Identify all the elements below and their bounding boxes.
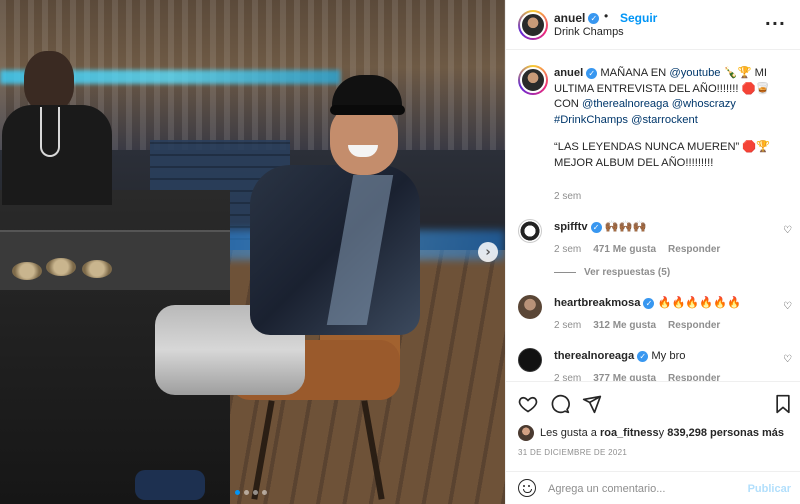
- carousel-dots: [235, 490, 267, 495]
- caption-username[interactable]: anuel ✓: [554, 67, 598, 79]
- table-top: [0, 230, 230, 290]
- likes-count[interactable]: 839,298 personas más: [667, 427, 784, 439]
- avatar[interactable]: [518, 348, 542, 372]
- reply-button[interactable]: Responder: [668, 244, 720, 255]
- post-actions: Les gusta a roa_fitness y 839,298 person…: [506, 381, 800, 504]
- verified-icon: ✓: [590, 221, 602, 233]
- verified-icon: ✓: [586, 67, 598, 79]
- person-seated: [135, 75, 420, 500]
- heart-icon[interactable]: ♡: [783, 225, 792, 236]
- separator-dot: •: [604, 9, 609, 23]
- likes-prefix: Les gusta a: [540, 427, 597, 439]
- avatar[interactable]: [518, 219, 542, 243]
- comment-icon[interactable]: [550, 394, 570, 414]
- comment-text: spifftv ✓ 🙌🏾🙌🏾🙌🏾: [554, 221, 647, 233]
- comment-time[interactable]: 2 sem: [554, 373, 581, 381]
- comment-likes[interactable]: 312 Me gusta: [593, 320, 656, 331]
- mention-link[interactable]: @starrockent: [631, 114, 698, 126]
- post-header: anuel ✓ • Seguir Drink Champs ···: [506, 0, 800, 50]
- carousel-dot: [244, 490, 249, 495]
- avatar[interactable]: [518, 425, 534, 441]
- heart-icon[interactable]: ♡: [783, 301, 792, 312]
- action-icons: [518, 394, 602, 414]
- comment-meta: 2 sem 471 Me gusta Responder: [554, 244, 771, 255]
- emoji-icon[interactable]: [518, 479, 536, 497]
- likes-summary: Les gusta a roa_fitness y 839,298 person…: [518, 425, 784, 441]
- header-username[interactable]: anuel ✓: [554, 11, 600, 25]
- comment-input[interactable]: [548, 479, 738, 499]
- caption-segment: MAÑANA EN: [597, 67, 670, 79]
- verified-icon: ✓: [643, 297, 655, 309]
- comment-meta: 2 sem 312 Me gusta Responder: [554, 320, 771, 331]
- caption-text: anuel ✓ MAÑANA EN @youtube 🍾🏆 MI ULTIMA E…: [554, 66, 785, 171]
- caption-time[interactable]: 2 sem: [554, 191, 785, 202]
- bookmark-icon[interactable]: [774, 394, 792, 414]
- oyster: [82, 260, 112, 278]
- comment-username[interactable]: spifftv ✓: [554, 221, 602, 233]
- add-comment-bar: Publicar: [506, 471, 800, 504]
- chevron-right-icon[interactable]: ›: [478, 242, 498, 262]
- post-sidebar: anuel ✓ • Seguir Drink Champs ··· anuel ✓ …: [505, 0, 800, 504]
- reply-button[interactable]: Responder: [668, 373, 720, 381]
- post-comment-button[interactable]: Publicar: [748, 483, 791, 495]
- likes-user[interactable]: roa_fitness: [600, 427, 659, 439]
- caption-quote: “LAS LEYENDAS NUNCA MUEREN” 🛑🏆 MEJOR ALB…: [554, 141, 771, 169]
- heart-icon[interactable]: ♡: [783, 354, 792, 365]
- comment: therealnoreaga ✓ My bro 2 sem 377 Me gust…: [506, 348, 800, 381]
- post-image[interactable]: ›: [0, 0, 505, 504]
- heart-icon[interactable]: [518, 394, 538, 414]
- comment-username[interactable]: heartbreakmosa ✓: [554, 297, 655, 309]
- view-replies-label: Ver respuestas (5): [584, 267, 671, 278]
- comment-meta: 2 sem 377 Me gusta Responder: [554, 373, 771, 381]
- comment-likes[interactable]: 471 Me gusta: [593, 244, 656, 255]
- location-link[interactable]: Drink Champs: [554, 26, 624, 38]
- man-left: [2, 45, 112, 205]
- likes-middle: y: [658, 427, 665, 439]
- comment: spifftv ✓ 🙌🏾🙌🏾🙌🏾 2 sem 471 Me gusta Respo…: [506, 219, 800, 255]
- comments-list[interactable]: anuel ✓ MAÑANA EN @youtube 🍾🏆 MI ULTIMA E…: [506, 51, 800, 381]
- carousel-dot: [262, 490, 267, 495]
- hashtag-link[interactable]: #DrinkChamps: [554, 114, 628, 126]
- mention-link[interactable]: @youtube: [669, 67, 720, 79]
- avatar[interactable]: [518, 10, 548, 40]
- post-date[interactable]: 31 DE DICIEMBRE DE 2021: [518, 448, 627, 457]
- send-icon[interactable]: [582, 394, 602, 414]
- carousel-dot: [253, 490, 258, 495]
- comment-likes[interactable]: 377 Me gusta: [593, 373, 656, 381]
- reply-button[interactable]: Responder: [668, 320, 720, 331]
- comment: heartbreakmosa ✓ 🔥🔥🔥🔥🔥🔥 2 sem 312 Me gust…: [506, 295, 800, 331]
- avatar[interactable]: [518, 65, 548, 95]
- oyster: [46, 258, 76, 276]
- comment-time[interactable]: 2 sem: [554, 320, 581, 331]
- comment-time[interactable]: 2 sem: [554, 244, 581, 255]
- post-caption: anuel ✓ MAÑANA EN @youtube 🍾🏆 MI ULTIMA E…: [506, 51, 800, 202]
- comment-text: therealnoreaga ✓ My bro: [554, 350, 686, 362]
- view-replies-button[interactable]: Ver respuestas (5): [554, 267, 800, 278]
- verified-icon: ✓: [637, 350, 649, 362]
- comment-text: heartbreakmosa ✓ 🔥🔥🔥🔥🔥🔥: [554, 297, 742, 309]
- oyster: [12, 262, 42, 280]
- verified-icon: ✓: [588, 13, 600, 25]
- mention-link[interactable]: @whoscrazy: [672, 98, 736, 110]
- carousel-dot: [235, 490, 240, 495]
- more-options-icon[interactable]: ···: [765, 14, 786, 33]
- mention-link[interactable]: @therealnoreaga: [582, 98, 669, 110]
- comment-username[interactable]: therealnoreaga ✓: [554, 350, 649, 362]
- follow-button[interactable]: Seguir: [620, 11, 657, 25]
- avatar[interactable]: [518, 295, 542, 319]
